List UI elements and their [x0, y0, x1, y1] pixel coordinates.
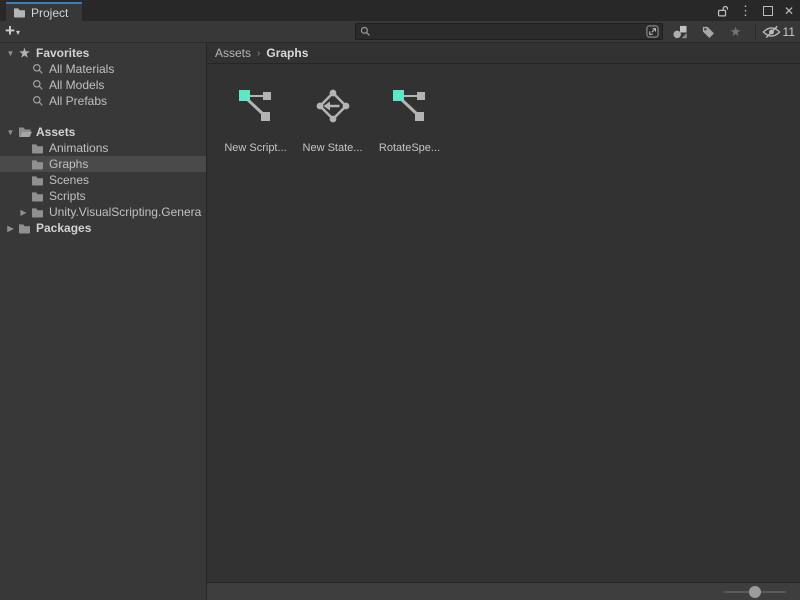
search-query-icon	[30, 79, 45, 91]
asset-grid-panel: Assets › Graphs New Script	[207, 43, 800, 600]
folder-icon	[30, 159, 45, 170]
sidebar-item-unity-visualscripting[interactable]: ▶ Unity.VisualScripting.Genera	[0, 204, 206, 220]
item-label: Unity.VisualScripting.Genera	[49, 205, 201, 219]
folder-icon	[30, 207, 45, 218]
tab-project[interactable]: Project	[6, 2, 82, 21]
folder-icon	[30, 175, 45, 186]
slider-thumb[interactable]	[749, 586, 761, 598]
tab-bar: Project ⋮ ✕	[0, 0, 800, 21]
sidebar-section-assets[interactable]: ▼ Assets	[0, 124, 206, 140]
star-icon: ★	[17, 47, 32, 59]
create-button[interactable]: + ▾	[5, 24, 20, 39]
folder-icon	[17, 223, 32, 234]
maximize-icon[interactable]	[763, 6, 773, 16]
favorites-star-icon[interactable]: ★	[725, 23, 747, 41]
search-field[interactable]	[355, 23, 663, 40]
item-label: All Prefabs	[49, 94, 107, 108]
folder-icon	[13, 7, 26, 18]
section-label: Assets	[36, 125, 75, 139]
project-window: Project ⋮ ✕ + ▾	[0, 0, 800, 600]
eye-slash-icon	[762, 25, 781, 39]
thumbnail-zoom-slider[interactable]	[724, 583, 786, 600]
item-label: Graphs	[49, 157, 88, 171]
sidebar-item-scripts[interactable]: Scripts	[0, 188, 206, 204]
asset-label: New State...	[303, 142, 363, 154]
filter-by-label-icon[interactable]	[697, 23, 719, 41]
sidebar-item-animations[interactable]: Animations	[0, 140, 206, 156]
section-label: Favorites	[36, 46, 89, 60]
item-label: All Materials	[49, 62, 114, 76]
sidebar-section-packages[interactable]: ▶ Packages	[0, 220, 206, 236]
open-search-window-icon[interactable]	[646, 25, 660, 38]
window-controls: ⋮ ✕	[717, 0, 794, 21]
sidebar-item-all-prefabs[interactable]: All Prefabs	[0, 93, 206, 109]
folder-icon	[30, 191, 45, 202]
hidden-count: 11	[783, 25, 795, 39]
asset-label: New Script...	[224, 142, 286, 154]
chevron-right-icon: ›	[257, 48, 260, 59]
sidebar-section-favorites[interactable]: ▼ ★ Favorites	[0, 45, 206, 61]
folder-icon	[30, 143, 45, 154]
asset-new-script-graph[interactable]: New Script...	[217, 86, 294, 154]
foldout-collapsed-icon[interactable]: ▶	[4, 224, 17, 233]
breadcrumb-assets[interactable]: Assets	[215, 46, 251, 60]
sidebar-item-all-models[interactable]: All Models	[0, 77, 206, 93]
folder-tree-panel: ▼ ★ Favorites All Materials All Models	[0, 43, 207, 600]
tab-title: Project	[31, 6, 68, 20]
search-icon	[360, 26, 371, 37]
unlock-icon[interactable]	[717, 5, 728, 17]
search-input[interactable]	[374, 25, 643, 38]
foldout-collapsed-icon[interactable]: ▶	[17, 208, 30, 217]
search-query-icon	[30, 63, 45, 75]
asset-rotatespeed-graph[interactable]: RotateSpe...	[371, 86, 448, 154]
plus-icon: +	[5, 22, 15, 39]
close-icon[interactable]: ✕	[784, 5, 794, 17]
asset-label: RotateSpe...	[379, 142, 440, 154]
hidden-items-toggle[interactable]: 11	[762, 25, 795, 39]
menu-kebab-icon[interactable]: ⋮	[739, 4, 752, 17]
state-graph-icon	[313, 86, 353, 126]
toolbar-separator	[755, 25, 756, 39]
breadcrumb-graphs[interactable]: Graphs	[266, 46, 308, 60]
sidebar-item-graphs[interactable]: Graphs	[0, 156, 206, 172]
breadcrumb: Assets › Graphs	[207, 43, 800, 64]
folder-open-icon	[17, 126, 32, 138]
item-label: Scenes	[49, 173, 89, 187]
foldout-expanded-icon[interactable]: ▼	[4, 49, 17, 58]
asset-new-state-graph[interactable]: New State...	[294, 86, 371, 154]
item-label: Scripts	[49, 189, 86, 203]
sidebar-item-scenes[interactable]: Scenes	[0, 172, 206, 188]
item-label: Animations	[49, 141, 108, 155]
foldout-expanded-icon[interactable]: ▼	[4, 128, 17, 137]
asset-grid[interactable]: New Script... New	[207, 64, 800, 582]
sidebar-item-all-materials[interactable]: All Materials	[0, 61, 206, 77]
section-label: Packages	[36, 221, 91, 235]
status-bar	[207, 582, 800, 600]
item-label: All Models	[49, 78, 104, 92]
script-graph-icon	[236, 86, 276, 126]
search-query-icon	[30, 95, 45, 107]
chevron-down-icon: ▾	[16, 28, 20, 37]
script-graph-icon	[390, 86, 430, 126]
filter-by-type-icon[interactable]	[669, 23, 691, 41]
project-toolbar: + ▾ ★ 11	[0, 21, 800, 43]
